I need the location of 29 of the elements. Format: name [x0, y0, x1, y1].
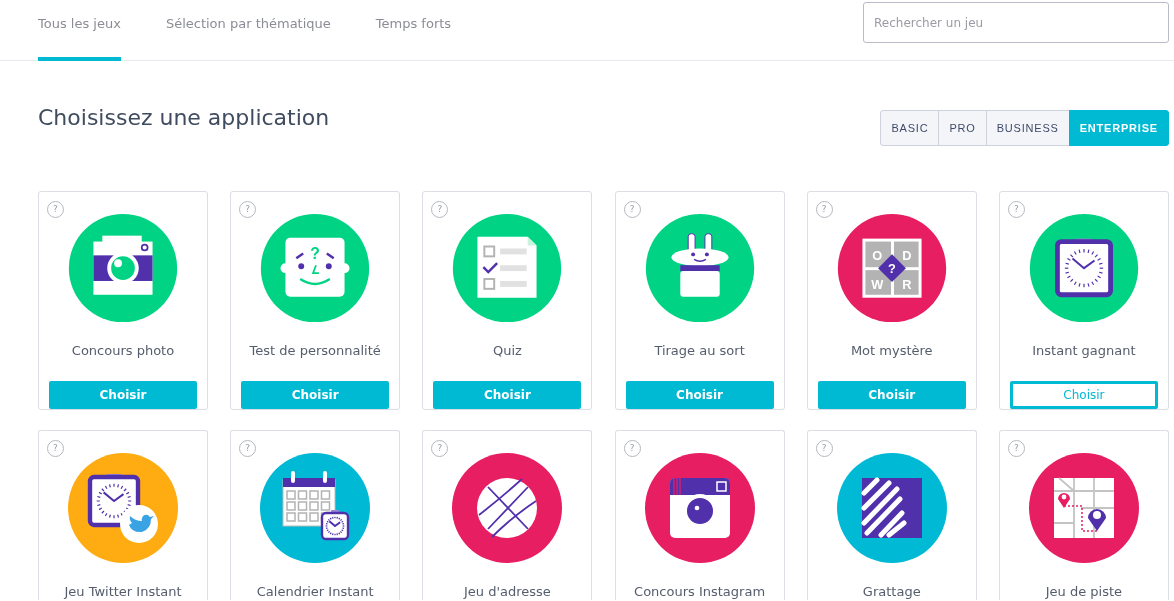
game-title: Grattage	[862, 583, 921, 600]
nav-tab[interactable]: Sélection par thématique	[165, 0, 331, 61]
choose-button[interactable]: Choisir	[433, 381, 582, 409]
search-field[interactable]: Rechercher un jeu	[863, 2, 1169, 43]
nav-tab[interactable]: Temps forts	[375, 0, 452, 61]
game-title: Test de personnalité	[249, 342, 381, 360]
plan-toggle[interactable]: ENTERPRISE	[1068, 110, 1169, 146]
letter-grid-icon: O D W R ?	[836, 214, 947, 323]
choose-button[interactable]: Choisir	[625, 381, 774, 409]
game-title: Tirage au sort	[654, 342, 745, 360]
choose-button[interactable]: Choisir	[241, 381, 390, 409]
game-title: Quiz	[492, 342, 522, 360]
plan-toggle[interactable]: PRO	[938, 110, 987, 146]
choose-button[interactable]: Choisir	[817, 381, 966, 409]
game-title: Jeu Twitter Instant	[64, 583, 182, 600]
page-heading: Choisissez une application	[38, 105, 330, 132]
face-icon: ?	[260, 214, 371, 323]
game-title: Concours photo	[71, 342, 175, 360]
game-title: Jeu de piste	[1045, 583, 1123, 600]
plan-toggle[interactable]: BUSINESS	[985, 110, 1070, 146]
game-title: Calendrier Instant	[256, 583, 374, 600]
game-title: Instant gagnant	[1032, 342, 1136, 360]
choose-button[interactable]: Choisir	[1009, 381, 1158, 409]
game-title: Concours Instagram	[634, 583, 766, 600]
nav-tab[interactable]: Tous les jeux	[38, 0, 121, 61]
plan-toggle[interactable]: BASIC	[880, 110, 940, 146]
game-title: Mot mystère	[850, 342, 933, 360]
choose-button[interactable]: Choisir	[49, 381, 197, 409]
game-title: Jeu d'adresse	[463, 583, 551, 600]
